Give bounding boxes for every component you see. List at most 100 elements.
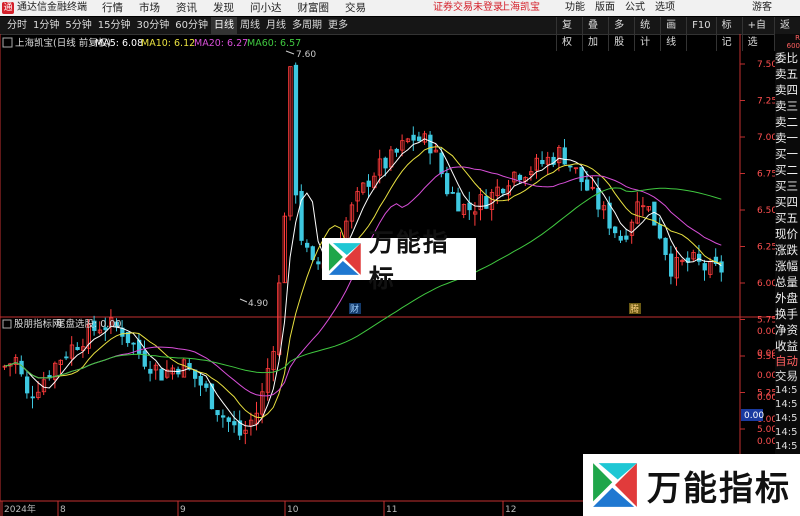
side-panel-item: 自动 xyxy=(775,354,798,368)
candle-body[interactable] xyxy=(416,136,422,142)
candle-body[interactable] xyxy=(500,188,506,194)
candle-body[interactable] xyxy=(450,191,455,194)
menu-news[interactable]: 资讯 xyxy=(168,0,205,16)
candle-body[interactable] xyxy=(148,368,153,374)
candle-body[interactable] xyxy=(484,195,489,209)
candle-body[interactable] xyxy=(226,417,231,422)
candle-body[interactable] xyxy=(624,235,629,240)
candle-body[interactable] xyxy=(663,237,668,255)
candle-body[interactable] xyxy=(439,152,444,175)
menu-functions[interactable]: 功能 xyxy=(560,0,590,16)
sub-collapse-icon[interactable] xyxy=(2,319,12,329)
candle-body[interactable] xyxy=(394,148,399,153)
event-mark-tencent[interactable]: 腾 xyxy=(630,303,639,315)
menu-wealth[interactable]: 财富圈 xyxy=(290,0,338,16)
quote-side-panel: R 600 委比 卖五 卖四 卖三 卖二 卖一 买一 买二 买三 买四 买五 现价 涨跌 涨幅 总量 外盘 换手 净资… xyxy=(775,34,800,516)
candle-body[interactable] xyxy=(232,421,237,426)
menu-discover[interactable]: 发现 xyxy=(205,0,242,16)
candle-body[interactable] xyxy=(613,226,618,234)
candle-body[interactable] xyxy=(24,376,30,394)
menu-trade[interactable]: 交易 xyxy=(337,0,374,16)
candle-body[interactable] xyxy=(540,159,545,165)
menu-quotes[interactable]: 行情 xyxy=(94,0,131,16)
candle-body[interactable] xyxy=(30,396,35,399)
period-tab-8[interactable]: 月线 xyxy=(263,17,289,34)
collapse-icon[interactable] xyxy=(2,37,13,48)
candle-body[interactable] xyxy=(293,64,299,196)
date-label: 2024年 xyxy=(4,503,36,515)
candle-body[interactable] xyxy=(697,253,702,262)
watermark-text: 万能指标 xyxy=(368,228,450,293)
candle-body[interactable] xyxy=(702,263,707,271)
candle-body[interactable] xyxy=(75,346,80,350)
app-logo-icon: 通 xyxy=(2,2,14,14)
candle-body[interactable] xyxy=(383,157,388,169)
ma20-label: MA20: 6.27 xyxy=(194,38,248,49)
side-panel-item: 外盘 xyxy=(775,291,798,305)
menu-ask[interactable]: 问小达 xyxy=(242,0,290,16)
candle-body[interactable] xyxy=(562,147,567,165)
period-tab-4[interactable]: 30分钟 xyxy=(133,17,172,34)
date-label: 12 xyxy=(505,505,516,515)
period-tab-9[interactable]: 多周期 xyxy=(289,17,325,34)
sub-value-highlight-label: 0.00 xyxy=(744,411,764,421)
side-panel-item: 总量 xyxy=(775,275,798,289)
side-panel-item: 卖一 xyxy=(775,131,798,145)
event-mark-finance[interactable]: 财 xyxy=(350,303,359,315)
period-tab-10[interactable]: 更多 xyxy=(325,17,351,34)
period-tab-6[interactable]: 日线 xyxy=(210,17,237,34)
grid-lines xyxy=(740,63,745,430)
menu-options[interactable]: 选项 xyxy=(650,0,680,16)
candle-body[interactable] xyxy=(411,134,416,141)
watermark-corner-text: 万能指标 xyxy=(647,468,791,509)
side-panel-item: 委比 xyxy=(775,51,798,65)
ma60-label: MA60: 6.57 xyxy=(247,38,301,49)
candle-body[interactable] xyxy=(198,375,203,386)
candle-body[interactable] xyxy=(316,261,321,265)
candle-body[interactable] xyxy=(568,165,573,168)
period-tab-2[interactable]: 5分钟 xyxy=(62,17,94,34)
candle-body[interactable] xyxy=(657,224,663,239)
candle-body[interactable] xyxy=(669,253,674,277)
period-tab-0[interactable]: 分时 xyxy=(4,17,30,34)
side-panel-item: 14:5 xyxy=(775,441,798,452)
candle-body[interactable] xyxy=(204,383,209,388)
candle-body[interactable] xyxy=(131,342,136,345)
high-annotation: 7.60 xyxy=(296,50,316,60)
candle-body[interactable] xyxy=(585,179,590,191)
candle-body[interactable] xyxy=(456,192,461,212)
candle-body[interactable] xyxy=(215,410,220,416)
candle-body[interactable] xyxy=(444,173,450,195)
period-tab-7[interactable]: 周线 xyxy=(237,17,263,34)
candle-body[interactable] xyxy=(517,174,523,181)
candle-body[interactable] xyxy=(596,187,601,210)
candle-body[interactable] xyxy=(579,166,584,183)
candle-body[interactable] xyxy=(366,180,371,187)
candle-body[interactable] xyxy=(64,356,69,359)
period-tab-1[interactable]: 1分钟 xyxy=(30,17,62,34)
candle-body[interactable] xyxy=(142,350,147,367)
menu-layout[interactable]: 版面 xyxy=(590,0,620,16)
period-tab-3[interactable]: 15分钟 xyxy=(95,17,134,34)
menu-market[interactable]: 市场 xyxy=(131,0,168,16)
stock-link[interactable]: 上海凯宝 xyxy=(500,0,540,16)
side-panel-item: 买二 xyxy=(775,163,798,177)
side-panel-item: 600 xyxy=(786,42,800,50)
menu-formula[interactable]: 公式 xyxy=(620,0,650,16)
guest-user[interactable]: 游客 xyxy=(752,0,772,16)
candle-body[interactable] xyxy=(428,134,433,154)
candle-body[interactable] xyxy=(618,235,623,241)
watermark-corner: 万能指标 xyxy=(583,454,800,516)
side-panel-item: 交易 xyxy=(775,369,798,383)
watermark-logo-icon xyxy=(328,243,361,275)
candle-body[interactable] xyxy=(467,202,472,211)
ma5-label: MA5: 6.08 xyxy=(95,38,143,49)
candle-body[interactable] xyxy=(220,415,226,418)
candle-body[interactable] xyxy=(159,368,164,381)
candle-body[interactable] xyxy=(304,242,310,248)
side-panel-item: 买五 xyxy=(775,211,798,225)
app-title: 通达信金融终端 xyxy=(17,2,87,13)
login-notice[interactable]: 证券交易未登录 xyxy=(433,0,503,16)
period-tab-5[interactable]: 60分钟 xyxy=(172,17,211,34)
candle-body[interactable] xyxy=(19,360,24,375)
